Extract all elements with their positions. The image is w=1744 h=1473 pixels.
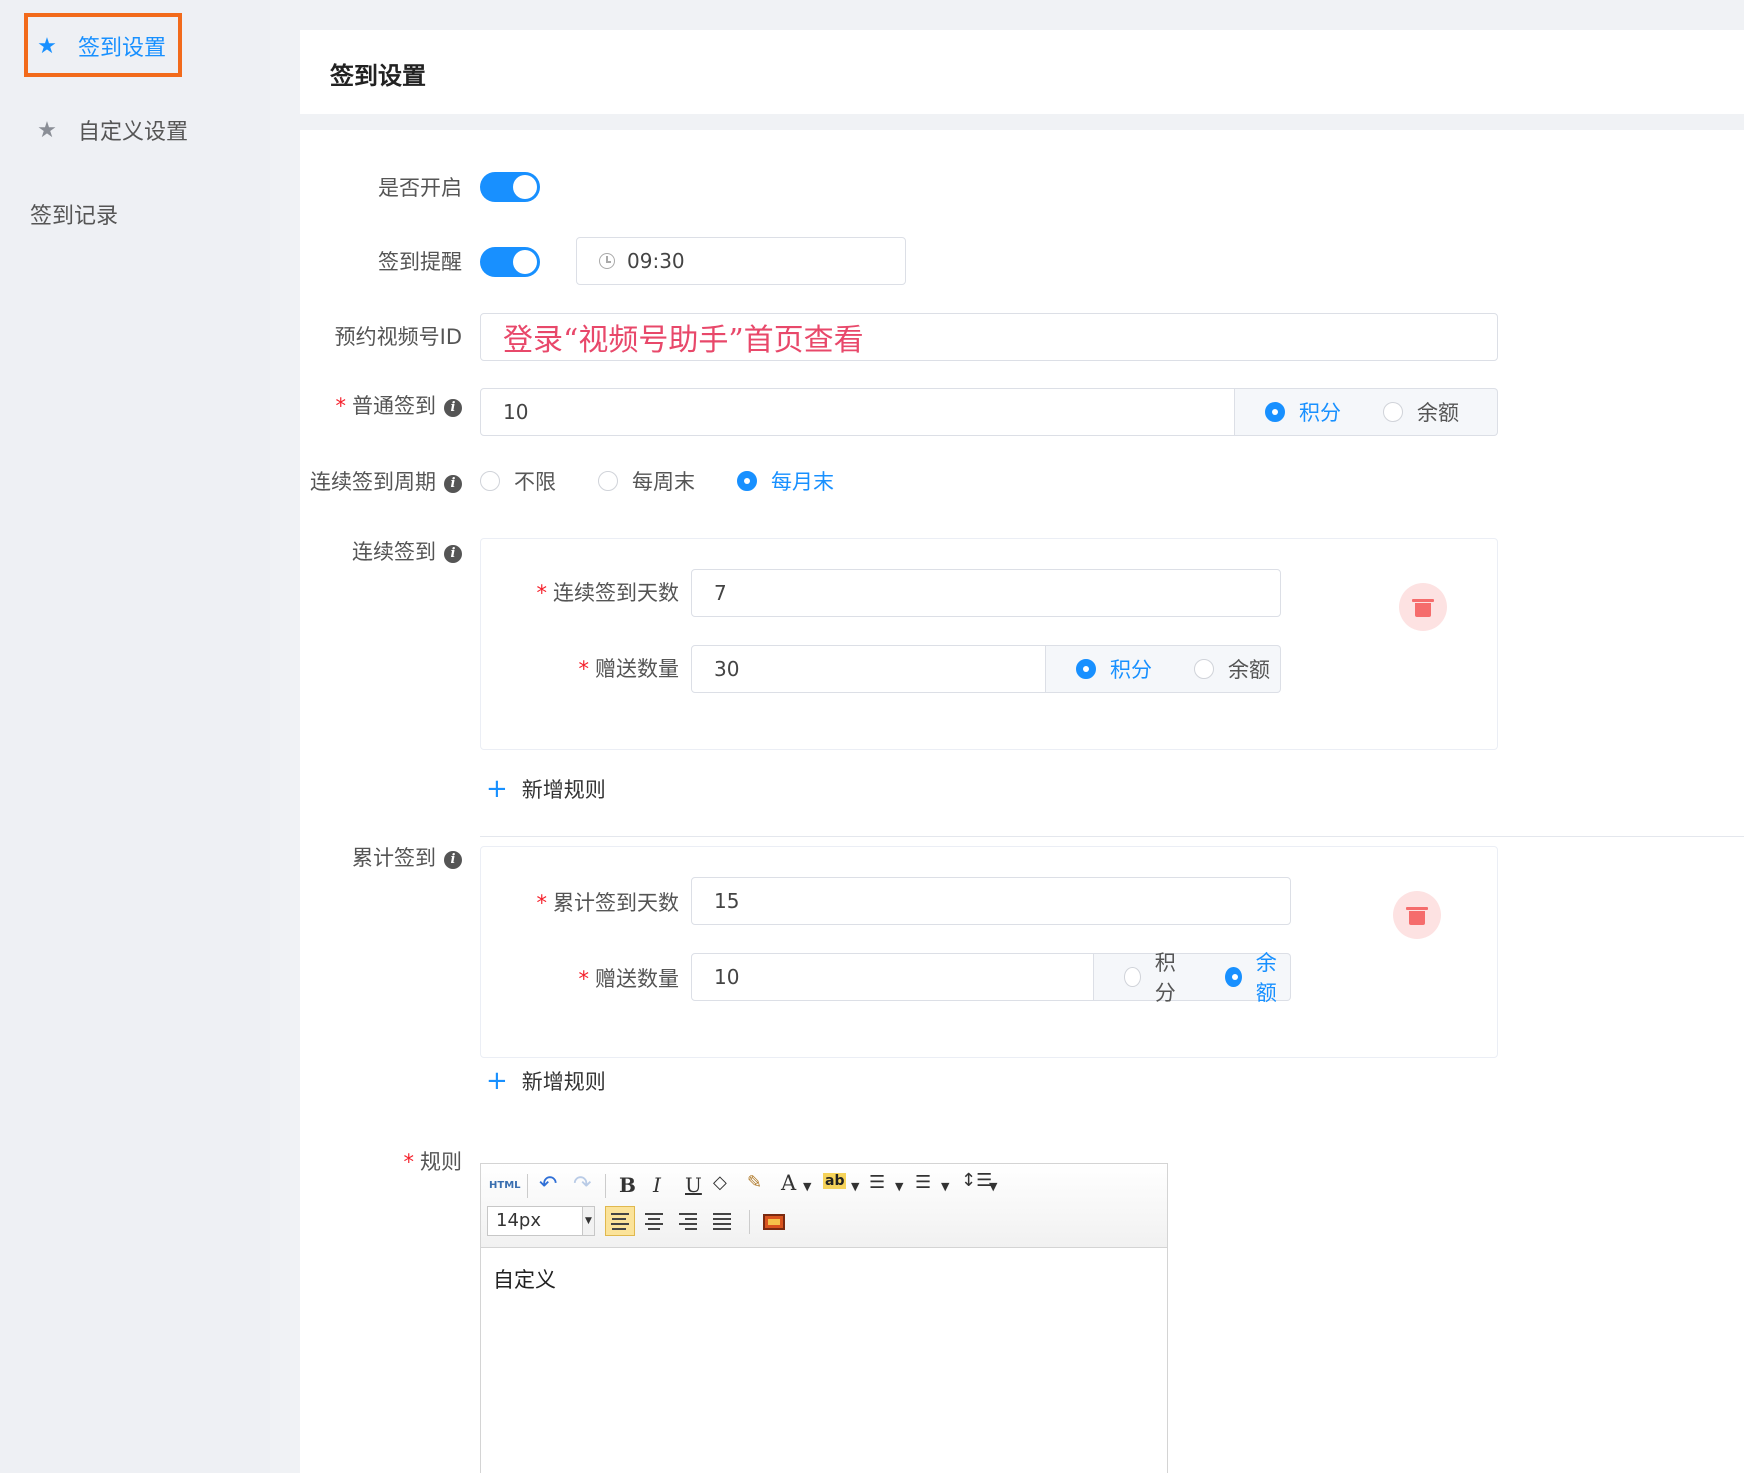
normal-signin-input[interactable]: 10 bbox=[480, 388, 1235, 436]
radio-balance[interactable]: 余额 bbox=[1194, 654, 1270, 684]
radio-points[interactable]: 积分 bbox=[1124, 947, 1189, 1007]
cycle-radio-group: 不限 每周末 每月末 bbox=[480, 466, 834, 496]
ordered-list-icon[interactable]: ☰ bbox=[869, 1172, 885, 1193]
normal-signin-label: * 普通签到 i bbox=[336, 390, 462, 420]
cumulative-label: 累计签到 i bbox=[352, 842, 462, 872]
sidebar-item-signin-records[interactable]: 签到记录 bbox=[30, 198, 118, 230]
sidebar-item-label: 自定义设置 bbox=[78, 120, 189, 145]
line-height-icon[interactable]: ↕☰ bbox=[961, 1170, 992, 1191]
continuous-type: 积分 余额 bbox=[1046, 645, 1281, 693]
align-right-icon[interactable] bbox=[673, 1206, 703, 1236]
editor-content[interactable]: 自定义 bbox=[493, 1264, 556, 1294]
star-icon: ★ bbox=[37, 33, 57, 59]
delete-rule-button[interactable] bbox=[1393, 891, 1441, 939]
star-icon: ★ bbox=[37, 117, 57, 143]
reminder-time-picker[interactable]: 09:30 bbox=[576, 237, 906, 285]
chevron-down-icon[interactable]: ▼ bbox=[989, 1180, 997, 1193]
info-icon[interactable]: i bbox=[444, 475, 462, 493]
info-icon[interactable]: i bbox=[444, 399, 462, 417]
channel-id-input[interactable]: 登录“视频号助手”首页查看 bbox=[480, 313, 1498, 361]
radio-weekend[interactable]: 每周末 bbox=[598, 466, 695, 496]
reminder-switch[interactable] bbox=[480, 247, 540, 277]
italic-icon[interactable]: I bbox=[653, 1173, 661, 1197]
cumulative-amount-input[interactable]: 10 bbox=[691, 953, 1094, 1001]
sidebar-item-label: 签到记录 bbox=[30, 204, 119, 229]
cumulative-days-label: * 累计签到天数 bbox=[536, 891, 680, 915]
channel-id-label: 预约视频号ID bbox=[334, 325, 462, 349]
page-title: 签到设置 bbox=[330, 62, 426, 90]
enable-switch[interactable] bbox=[480, 172, 540, 202]
continuous-amount-label: * 赠送数量 bbox=[578, 657, 680, 681]
font-color-icon[interactable]: A bbox=[781, 1171, 796, 1195]
continuous-amount-input[interactable]: 30 bbox=[691, 645, 1046, 693]
rules-label: * 规则 bbox=[403, 1150, 463, 1174]
channel-id-placeholder: 登录“视频号助手”首页查看 bbox=[503, 323, 864, 358]
add-continuous-rule-button[interactable]: + 新增规则 bbox=[486, 774, 606, 804]
chevron-down-icon[interactable]: ▼ bbox=[851, 1180, 859, 1193]
align-left-icon[interactable] bbox=[605, 1206, 635, 1236]
format-painter-icon[interactable]: ✎ bbox=[747, 1172, 762, 1193]
continuous-rule-card: * 连续签到天数 7 * 赠送数量 30 积分 余额 bbox=[480, 538, 1498, 750]
delete-rule-button[interactable] bbox=[1399, 583, 1447, 631]
rich-text-editor[interactable]: HTML ↶ ↷ B I U ◇ ✎ A ▼ ab ▼ ☰ ▼ ☰ ▼ ↕☰ ▼… bbox=[480, 1163, 1168, 1473]
align-center-icon[interactable] bbox=[639, 1206, 669, 1236]
cumulative-type: 积分 余额 bbox=[1094, 951, 1291, 1005]
sidebar: ★ 签到设置 ★ 自定义设置 签到记录 bbox=[0, 0, 270, 1473]
cumulative-rule-card: * 累计签到天数 15 * 赠送数量 10 积分 余额 bbox=[480, 846, 1498, 1058]
image-icon[interactable] bbox=[763, 1214, 785, 1230]
sidebar-item-signin-settings[interactable]: ★ 签到设置 bbox=[36, 30, 166, 62]
chevron-down-icon[interactable]: ▼ bbox=[583, 1206, 595, 1236]
continuous-label: 连续签到 i bbox=[352, 536, 462, 566]
html-source-icon[interactable]: HTML bbox=[489, 1180, 521, 1191]
radio-balance[interactable]: 余额 bbox=[1383, 397, 1459, 427]
plus-icon: + bbox=[486, 774, 508, 804]
radio-balance[interactable]: 余额 bbox=[1225, 947, 1290, 1007]
editor-toolbar: HTML ↶ ↷ B I U ◇ ✎ A ▼ ab ▼ ☰ ▼ ☰ ▼ ↕☰ ▼… bbox=[481, 1164, 1167, 1248]
font-size-select[interactable]: 14px bbox=[487, 1206, 583, 1236]
bold-icon[interactable]: B bbox=[619, 1173, 636, 1197]
highlight-color-icon[interactable]: ab bbox=[823, 1173, 847, 1189]
radio-points[interactable]: 积分 bbox=[1076, 654, 1152, 684]
continuous-days-label: * 连续签到天数 bbox=[536, 581, 680, 605]
plus-icon: + bbox=[486, 1066, 508, 1096]
trash-icon bbox=[1406, 905, 1428, 925]
continuous-days-input[interactable]: 7 bbox=[691, 569, 1281, 617]
sidebar-item-label: 签到设置 bbox=[78, 36, 167, 61]
align-justify-icon[interactable] bbox=[707, 1206, 737, 1236]
trash-icon bbox=[1412, 597, 1434, 617]
chevron-down-icon[interactable]: ▼ bbox=[941, 1180, 949, 1193]
section-divider bbox=[480, 836, 1744, 837]
reminder-label: 签到提醒 bbox=[378, 250, 462, 274]
redo-icon[interactable]: ↷ bbox=[573, 1172, 591, 1197]
chevron-down-icon[interactable]: ▼ bbox=[803, 1180, 811, 1193]
page-header: 签到设置 bbox=[300, 30, 1744, 114]
info-icon[interactable]: i bbox=[444, 851, 462, 869]
cycle-label: 连续签到周期 i bbox=[310, 466, 462, 496]
reminder-time-value: 09:30 bbox=[627, 249, 685, 273]
cumulative-amount-label: * 赠送数量 bbox=[578, 967, 680, 991]
eraser-icon[interactable]: ◇ bbox=[713, 1172, 727, 1193]
radio-month-end[interactable]: 每月末 bbox=[737, 466, 834, 496]
enable-label: 是否开启 bbox=[378, 176, 462, 200]
add-cumulative-rule-button[interactable]: + 新增规则 bbox=[486, 1066, 606, 1096]
normal-signin-type: 积分 余额 bbox=[1235, 388, 1498, 436]
info-icon[interactable]: i bbox=[444, 545, 462, 563]
sidebar-item-custom-settings[interactable]: ★ 自定义设置 bbox=[36, 114, 188, 146]
main-content: 签到设置 是否开启 签到提醒 09:30 预约视频号ID 登录“视频号助手”首页… bbox=[300, 30, 1744, 1473]
chevron-down-icon[interactable]: ▼ bbox=[895, 1180, 903, 1193]
undo-icon[interactable]: ↶ bbox=[539, 1172, 557, 1197]
radio-points[interactable]: 积分 bbox=[1265, 397, 1341, 427]
clock-icon bbox=[599, 253, 615, 269]
underline-icon[interactable]: U bbox=[685, 1173, 702, 1197]
cumulative-days-input[interactable]: 15 bbox=[691, 877, 1291, 925]
radio-unlimited[interactable]: 不限 bbox=[480, 466, 556, 496]
unordered-list-icon[interactable]: ☰ bbox=[915, 1172, 931, 1193]
